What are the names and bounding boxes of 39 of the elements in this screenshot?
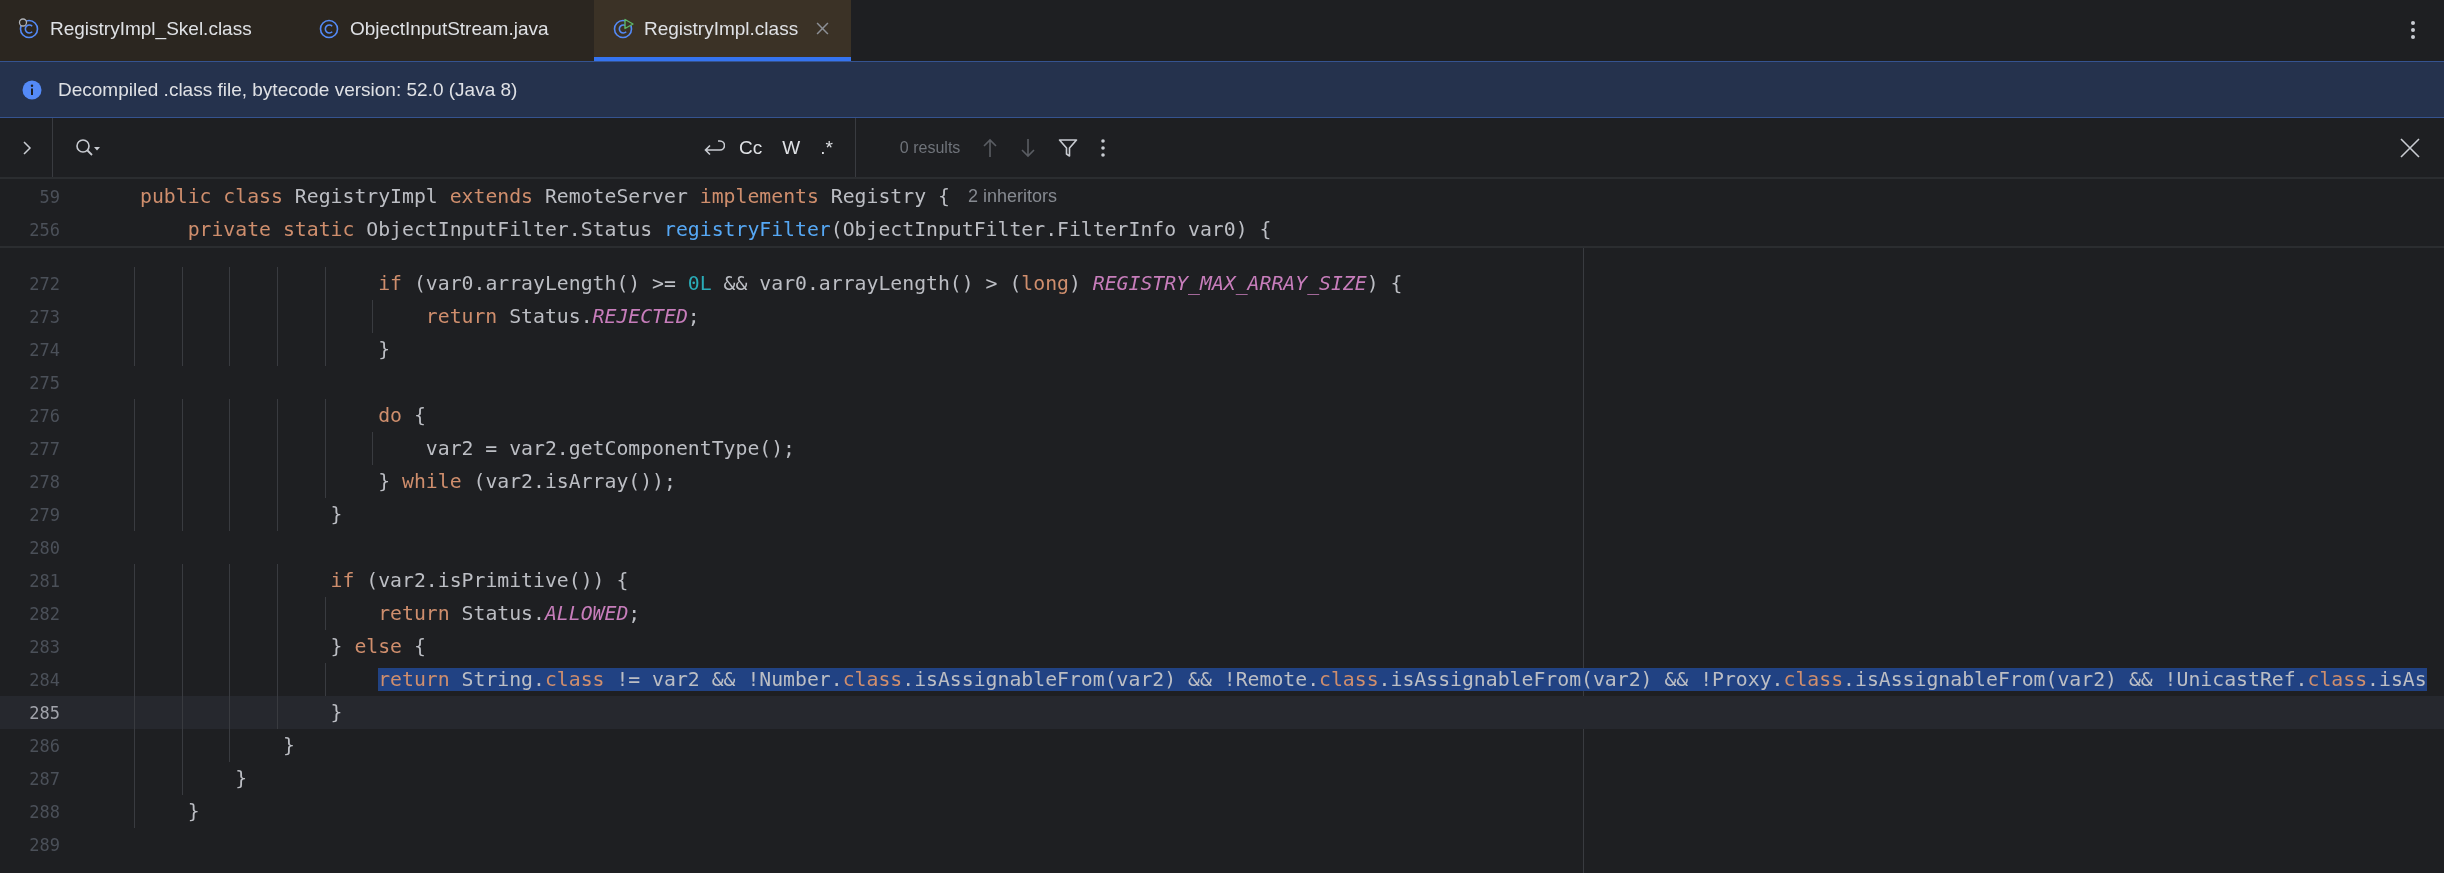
results-count: 0 results [899,138,961,157]
code-line: } while (var2.isArray()); [378,470,676,493]
code-line: } [378,338,391,361]
code-line: if (var2.isPrimitive()) { [330,569,629,592]
code-line: return Status.ALLOWED; [378,602,641,625]
search-icon[interactable] [75,137,101,158]
code-line: return Status.REJECTED; [425,305,700,328]
line-number: 285 [28,702,60,723]
more-options-icon[interactable] [1100,136,1107,159]
code-line: } [330,701,343,724]
code-line: var2 = var2.getComponentType(); [425,437,796,460]
code-line: } [330,503,343,526]
class-file-icon [318,17,340,40]
code-line: private static ObjectInputFilter.Status registryFilter(ObjectInputFilter.FilterInfo var0) { [187,218,1272,241]
return-arrow-icon[interactable] [703,138,725,157]
class-file-icon [18,17,40,40]
close-icon[interactable] [2400,137,2420,158]
class-file-icon [612,17,634,40]
editor-tab[interactable]: RegistryImpl_Skel.class [0,0,300,61]
chevron-right-icon[interactable] [22,140,32,155]
code-line: if (var0.arrayLength() >= 0L && var0.arrayLength() > (long) REGISTRY_MAX_ARRAY_SIZE) { [378,272,1403,295]
code-line: do { [378,404,426,427]
editor-tab[interactable]: RegistryImpl.class [594,0,852,61]
inheritors-hint[interactable]: 2 inheritors [967,186,1057,207]
code-line: } [282,734,295,757]
search-option-toggle[interactable]: .* [814,132,839,163]
arrow-down-icon[interactable] [1020,137,1037,158]
arrow-up-icon[interactable] [982,137,999,158]
info-icon [22,79,42,100]
code-line: } else { [330,635,426,658]
search-option-toggle[interactable]: W [776,132,807,163]
code-line: } [187,800,200,823]
code-line: } [235,767,248,790]
code-line: public class RegistryImpl extends RemoteServer implements Registry { [140,185,950,208]
editor-tab[interactable]: ObjectInputStream.java [300,0,594,61]
search-option-toggle[interactable]: Cc [733,132,769,163]
filter-icon[interactable] [1058,137,1079,158]
banner-text: Decompiled .class file, bytecode version: 52.0 (Java 8) [58,78,518,101]
more-options-icon[interactable] [2410,19,2416,41]
